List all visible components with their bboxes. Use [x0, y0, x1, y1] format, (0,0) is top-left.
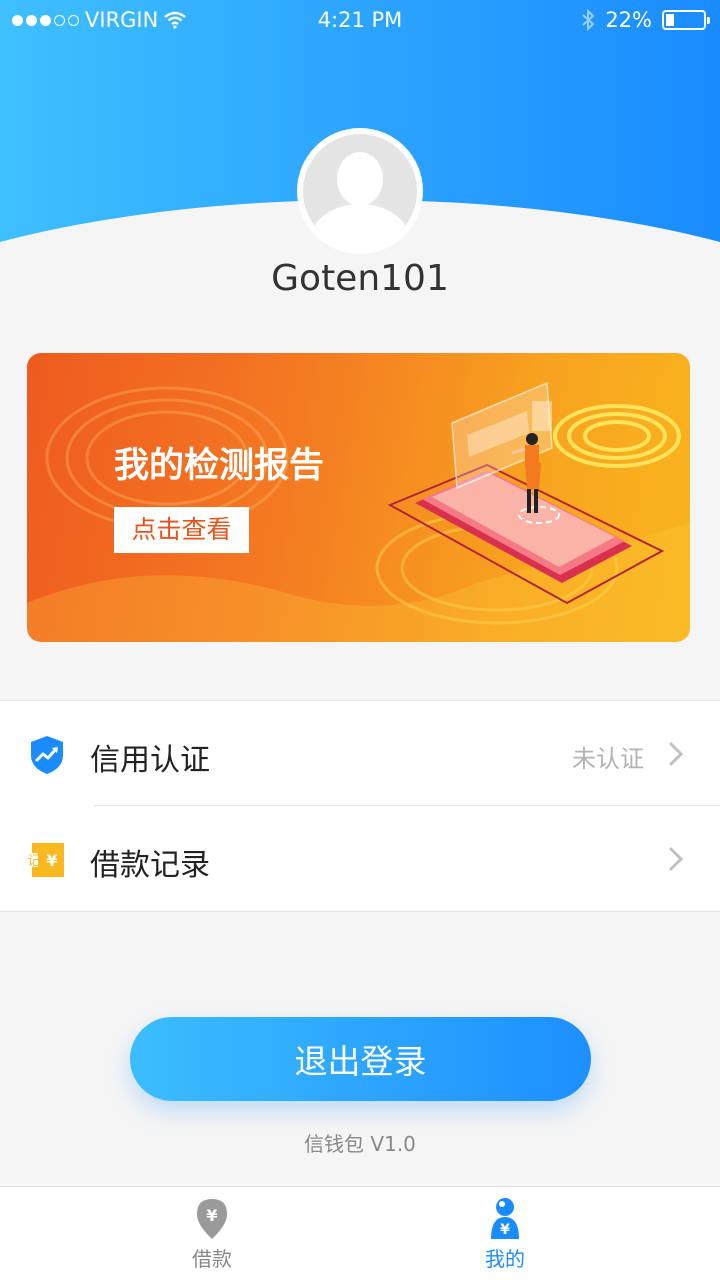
avatar[interactable] — [297, 128, 423, 254]
bluetooth-icon — [582, 9, 595, 31]
shield-chart-icon — [31, 736, 63, 774]
user-yen-icon: ¥ — [491, 1198, 519, 1239]
svg-text:¥: ¥ — [206, 1206, 217, 1225]
tab-mine[interactable]: ¥ 我的 — [445, 1197, 565, 1277]
svg-text:记: 记 — [28, 854, 41, 869]
version-text: 信钱包 V1.0 — [304, 1132, 416, 1156]
tab-label: 我的 — [485, 1247, 525, 1271]
status-bar-right: 22% — [581, 8, 710, 32]
menu-item-label: 借款记录 — [90, 848, 210, 883]
status-bar: VIRGIN 4:21 PM 22% — [0, 0, 720, 40]
svg-text:¥: ¥ — [500, 1222, 510, 1238]
yen-pin-icon: ¥ — [197, 1199, 227, 1239]
view-report-button[interactable]: 点击查看 — [114, 507, 249, 553]
menu-list: 信用认证 未认证 ¥ 记 借款记录 — [0, 700, 720, 912]
yen-ticket-icon: ¥ 记 — [28, 843, 64, 877]
battery-percent: 22% — [605, 8, 652, 32]
username: Goten101 — [271, 258, 449, 299]
banner-title: 我的检测报告 — [114, 446, 325, 486]
chevron-right-icon — [669, 847, 684, 871]
menu-item-label: 信用认证 — [90, 743, 210, 778]
tab-bar: ¥ 借款 ¥ 我的 — [0, 1186, 720, 1280]
battery-icon — [662, 10, 710, 30]
banner-illustration — [27, 381, 690, 642]
auth-status: 未认证 — [572, 745, 644, 773]
chevron-right-icon — [669, 742, 684, 766]
logout-button[interactable]: 退出登录 — [130, 1017, 591, 1101]
report-banner[interactable]: 我的检测报告 点击查看 — [27, 353, 690, 642]
menu-item-credit-auth[interactable]: 信用认证 未认证 — [0, 701, 720, 806]
battery-fill — [666, 14, 674, 26]
avatar-placeholder-icon — [303, 134, 417, 248]
tab-label: 借款 — [192, 1247, 232, 1271]
tab-loan[interactable]: ¥ 借款 — [152, 1197, 272, 1277]
svg-text:¥: ¥ — [46, 851, 57, 870]
menu-item-loan-records[interactable]: ¥ 记 借款记录 — [0, 806, 720, 911]
